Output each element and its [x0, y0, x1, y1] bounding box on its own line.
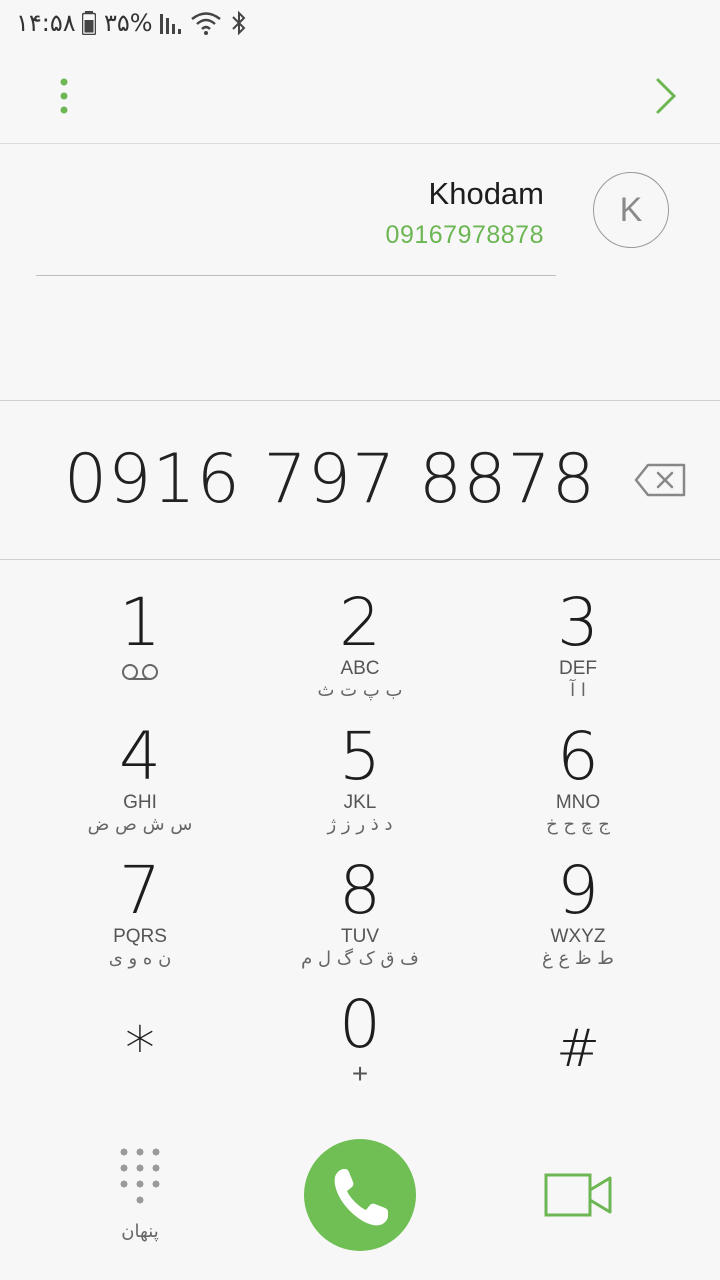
keypad-icon — [120, 1148, 160, 1204]
battery-icon — [82, 11, 96, 35]
chevron-right-icon[interactable] — [646, 74, 686, 118]
key-letters: ABC — [340, 658, 380, 679]
hide-keypad-button[interactable]: پنهان — [100, 1146, 180, 1246]
key-2[interactable]: 2 ABC ب پ ت ث — [260, 588, 460, 718]
wifi-icon — [191, 12, 221, 35]
more-vertical-icon[interactable] — [44, 72, 84, 120]
key-hash[interactable]: # — [478, 1000, 678, 1130]
key-letters: TUV — [341, 926, 379, 947]
backspace-icon[interactable] — [634, 462, 688, 498]
key-letters: + — [351, 1058, 369, 1089]
key-digit: 6 — [557, 718, 599, 795]
key-digit: 8 — [339, 852, 381, 929]
dialed-number[interactable]: 0916 797 8878 — [64, 440, 596, 519]
key-digit: 4 — [119, 718, 161, 795]
key-6[interactable]: 6 MNO ج چ ح خ — [478, 722, 678, 852]
key-digit: 0 — [339, 986, 381, 1063]
key-digit: 7 — [119, 852, 161, 929]
key-7[interactable]: 7 PQRS ن ه و ی — [40, 856, 240, 986]
divider — [36, 275, 556, 276]
key-0[interactable]: 0 + — [260, 990, 460, 1120]
key-1[interactable]: 1 — [40, 588, 240, 718]
key-letters: MNO — [555, 792, 601, 813]
battery-percent: ۳۵% — [104, 9, 153, 37]
phone-icon — [334, 1169, 388, 1226]
top-toolbar — [0, 48, 720, 144]
key-digit: 1 — [119, 584, 161, 661]
key-star[interactable]: * — [40, 1000, 240, 1130]
key-digit: 9 — [557, 852, 599, 929]
key-5[interactable]: 5 JKL د ذ ر ز ژ — [260, 722, 460, 852]
avatar-initial: K — [619, 191, 643, 229]
key-3[interactable]: 3 DEF ا آ — [478, 588, 678, 718]
status-time: ۱۴:۵۸ — [16, 9, 76, 37]
key-farsi: د ذ ر ز ژ — [327, 814, 393, 835]
hide-keypad-label: پنهان — [121, 1221, 159, 1242]
call-button[interactable] — [304, 1139, 416, 1251]
key-farsi: ن ه و ی — [108, 948, 172, 969]
signal-icon — [160, 14, 181, 34]
key-digit: 3 — [557, 584, 599, 661]
key-9[interactable]: 9 WXYZ ط ظ ع غ — [478, 856, 678, 986]
key-farsi: س ش ص ض — [87, 814, 193, 835]
key-letters: GHI — [123, 792, 157, 813]
key-digit: * — [125, 1014, 155, 1084]
contact-name: Khodam — [428, 176, 544, 211]
key-4[interactable]: 4 GHI س ش ص ض — [40, 722, 240, 852]
contact-number: 09167978878 — [385, 221, 544, 249]
key-letters: WXYZ — [550, 926, 606, 947]
key-farsi: ف ق ک گ ل م — [301, 948, 419, 969]
key-digit: 5 — [339, 718, 381, 795]
avatar[interactable]: K — [593, 172, 669, 248]
bluetooth-icon — [232, 10, 246, 36]
number-display-area: 0916 797 8878 — [0, 402, 720, 560]
key-farsi: ط ظ ع غ — [542, 948, 614, 969]
voicemail-icon — [122, 664, 158, 680]
bottom-action-bar: پنهان — [0, 1120, 720, 1280]
dial-keypad: 1 2 ABC ب پ ت ث 3 DEF ا آ 4 GHI س ش ص ض … — [0, 560, 720, 1120]
video-call-icon[interactable] — [544, 1170, 614, 1220]
key-letters: JKL — [343, 792, 377, 813]
key-farsi: ج چ ح خ — [546, 814, 610, 835]
key-farsi: ا آ — [570, 680, 586, 701]
key-letters: PQRS — [113, 926, 167, 947]
status-bar: ۱۴:۵۸ ۳۵% — [0, 0, 720, 48]
key-digit: 2 — [339, 584, 381, 661]
key-farsi: ب پ ت ث — [317, 680, 403, 701]
key-digit: # — [556, 1019, 600, 1079]
key-letters: DEF — [559, 658, 597, 679]
contact-suggestion[interactable]: Khodam 09167978878 K — [0, 144, 720, 401]
key-8[interactable]: 8 TUV ف ق ک گ ل م — [260, 856, 460, 986]
